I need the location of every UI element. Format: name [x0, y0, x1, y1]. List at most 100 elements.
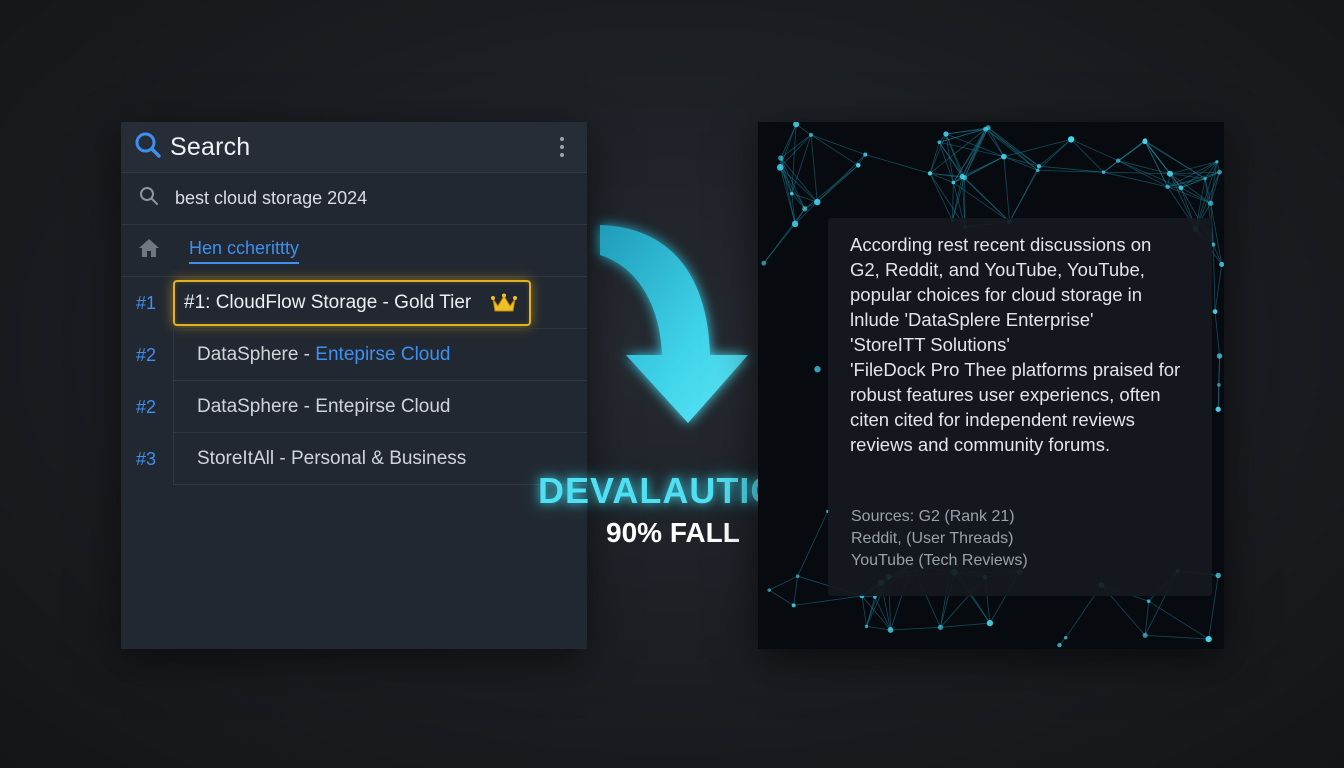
- network-node: [1001, 153, 1007, 160]
- network-node: [791, 603, 796, 608]
- network-node: [863, 152, 868, 157]
- source-line: Reddit, (User Threads): [851, 530, 1014, 547]
- network-node: [1208, 200, 1214, 206]
- network-link: [987, 127, 1039, 171]
- network-node: [1215, 160, 1219, 164]
- magnifier-icon: [139, 186, 159, 211]
- home-link[interactable]: Hen ccherittty: [189, 238, 300, 264]
- network-link: [780, 134, 812, 159]
- search-header: Search: [121, 122, 587, 173]
- network-node: [761, 260, 767, 266]
- network-node: [1146, 599, 1151, 604]
- network-link: [793, 576, 799, 606]
- ai-answer-line: 'StoreITT Solutions': [850, 334, 1010, 355]
- network-link: [1144, 141, 1182, 189]
- network-node: [1067, 136, 1075, 143]
- result-label: StoreItAll - Personal & Business: [197, 447, 467, 469]
- network-node: [1178, 185, 1184, 191]
- network-node: [791, 220, 799, 228]
- ai-answer-line: citen cited for independent reviews: [850, 409, 1135, 430]
- highlighted-result[interactable]: #1: CloudFlow Storage - Gold Tier: [173, 280, 531, 326]
- network-link: [1103, 171, 1168, 188]
- network-node: [1036, 164, 1042, 169]
- network-node: [1115, 158, 1121, 163]
- network-node: [937, 624, 944, 631]
- network-node: [1064, 635, 1068, 640]
- network-node: [1057, 642, 1062, 648]
- network-link: [1070, 139, 1104, 173]
- crown-icon: [491, 293, 517, 313]
- network-link: [769, 575, 798, 591]
- network-node: [927, 171, 933, 176]
- ai-answer-text: According rest recent discussions on G2, …: [850, 232, 1200, 457]
- search-panel: Search best cloud storage 2024 Hen ccher…: [121, 122, 587, 649]
- result-row-4[interactable]: #3 StoreItAll - Personal & Business: [121, 433, 587, 485]
- network-node: [793, 122, 800, 128]
- network-node: [1203, 176, 1207, 181]
- network-node: [864, 624, 869, 629]
- search-title: Search: [170, 132, 251, 161]
- network-node: [1036, 168, 1040, 173]
- network-link: [940, 622, 990, 628]
- ai-sources: Sources: G2 (Rank 21) Reddit, (User Threa…: [851, 506, 1028, 572]
- network-link: [1144, 601, 1150, 636]
- network-node: [1216, 382, 1221, 387]
- network-node: [937, 140, 942, 145]
- network-link: [1210, 161, 1218, 204]
- network-link: [1148, 600, 1209, 640]
- network-node: [795, 574, 800, 578]
- network-node: [1219, 261, 1224, 268]
- network-node: [951, 180, 956, 185]
- home-row: Hen ccherittty: [121, 225, 587, 277]
- ai-answer-line: According rest recent discussions on: [850, 234, 1152, 255]
- search-icon[interactable]: [134, 131, 162, 164]
- network-link: [793, 595, 863, 606]
- network-node: [1217, 169, 1222, 175]
- network-node: [1142, 139, 1148, 145]
- network-node: [808, 132, 814, 137]
- result-label: #1: CloudFlow Storage - Gold Tier: [184, 292, 472, 313]
- result-rank: #3: [136, 448, 157, 469]
- network-node: [802, 206, 808, 212]
- search-query-text: best cloud storage 2024: [175, 188, 368, 208]
- network-node: [887, 627, 894, 633]
- network-link: [866, 625, 891, 631]
- network-link: [1003, 156, 1038, 171]
- network-node: [776, 164, 784, 171]
- result-label-accent: Entepirse Cloud: [315, 343, 451, 365]
- network-link: [962, 156, 1005, 177]
- network-link: [961, 128, 986, 177]
- home-icon[interactable]: [137, 237, 161, 264]
- source-line: YouTube (Tech Reviews): [851, 552, 1028, 569]
- search-query-bar[interactable]: best cloud storage 2024: [121, 173, 587, 225]
- network-link: [1003, 156, 1010, 222]
- network-node: [778, 155, 784, 161]
- network-link: [1214, 264, 1223, 312]
- network-link: [763, 208, 806, 264]
- result-rank: #1: [136, 292, 157, 313]
- ai-answer-line: G2, Reddit, and YouTube, YouTube,: [850, 259, 1145, 280]
- network-link: [769, 589, 794, 606]
- result-label: DataSphere -: [197, 343, 311, 365]
- ai-answer-line: popular choices for cloud storage in: [850, 284, 1143, 305]
- network-link: [985, 128, 1040, 167]
- network-node: [1205, 635, 1212, 643]
- network-node: [986, 620, 994, 627]
- result-row-3[interactable]: #2 DataSphere - Entepirse Cloud: [121, 381, 587, 433]
- network-link: [951, 182, 954, 221]
- network-node: [943, 131, 949, 137]
- network-link: [945, 128, 986, 135]
- network-link: [890, 626, 941, 631]
- kebab-menu-icon[interactable]: [559, 137, 565, 157]
- network-node: [789, 191, 794, 196]
- network-link: [804, 164, 859, 210]
- network-link: [817, 154, 866, 203]
- network-link: [794, 201, 818, 225]
- result-row-2[interactable]: #2 DataSphere - Entepirse Cloud: [121, 329, 587, 381]
- result-row-1[interactable]: #1 #1: CloudFlow Storage - Gold Tier: [121, 277, 587, 329]
- network-link: [1217, 355, 1220, 410]
- network-link: [780, 157, 818, 203]
- network-link: [791, 193, 796, 224]
- fall-subline: 90% FALL: [606, 517, 740, 548]
- network-node: [1215, 406, 1221, 412]
